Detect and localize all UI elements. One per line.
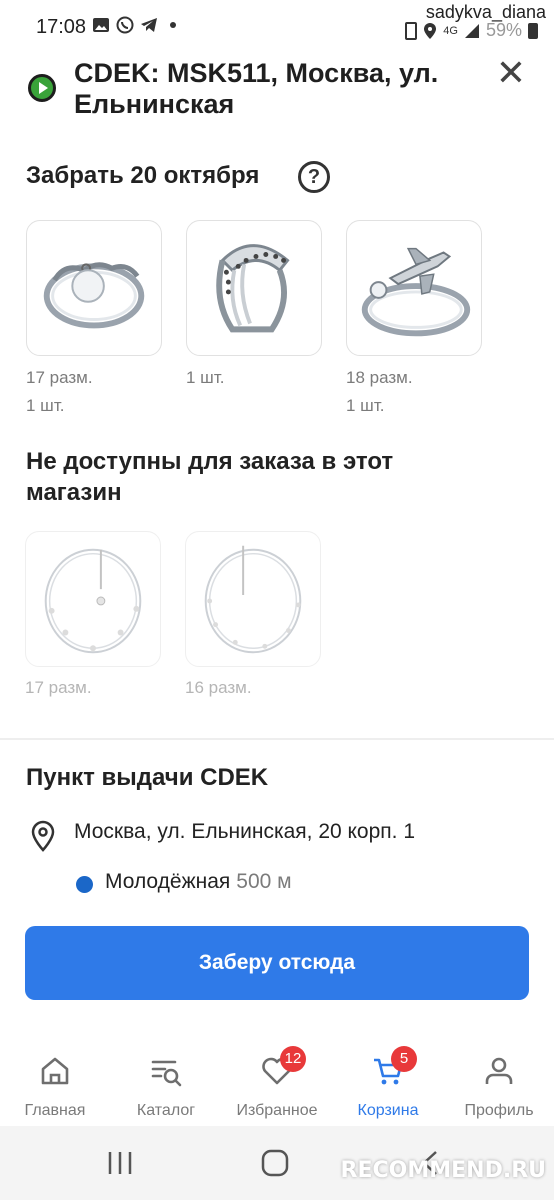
product-size: 16 разм.	[185, 678, 252, 697]
nav-cart[interactable]: 5 Корзина	[333, 1046, 443, 1120]
product-size: 17 разм.	[26, 368, 93, 387]
gallery-icon	[92, 16, 110, 34]
notification-icons	[92, 16, 182, 34]
product-qty: 1 шт.	[186, 368, 225, 387]
location-icon	[423, 22, 437, 40]
recommend-watermark: RECOMMEND.RU	[340, 1158, 546, 1183]
close-button[interactable]: ✕	[494, 55, 528, 92]
battery-saver-icon	[405, 21, 418, 40]
pickup-date-title: Забрать 20 октября	[26, 162, 260, 189]
metro-name: Молодёжная	[105, 870, 231, 893]
nav-home-label: Главная	[24, 1102, 86, 1119]
bracelet-2-image	[204, 545, 302, 654]
product-qty: 1 шт.	[26, 396, 65, 415]
location-pin-icon	[31, 820, 55, 852]
page-title: CDEK: MSK511, Москва, ул. Ельнинская	[74, 58, 439, 119]
product-bracelet-2[interactable]	[185, 531, 321, 667]
section-divider	[0, 738, 554, 740]
nav-profile-label: Профиль	[464, 1102, 534, 1119]
product-ring-chain-coin[interactable]	[26, 220, 162, 356]
unavailable-title: Не доступны для заказа в этот магазин	[26, 448, 394, 506]
metro-line-icon	[76, 876, 93, 893]
recent-apps-icon[interactable]	[100, 1148, 140, 1178]
bottom-navigation: Главная Каталог 12 Избранное 5 Корзина П…	[0, 1040, 554, 1126]
battery-percent: 59%	[485, 20, 522, 40]
nav-home[interactable]: Главная	[0, 1054, 110, 1120]
nav-catalog[interactable]: Каталог	[111, 1054, 221, 1120]
whatsapp-icon	[116, 16, 134, 34]
nav-catalog-label: Каталог	[136, 1102, 196, 1119]
metro-distance: 500 м	[236, 870, 292, 893]
product-ring-airplane[interactable]	[346, 220, 482, 356]
status-bar: 17:08 sadykva_diana 4G 59%	[0, 0, 554, 54]
metro-station: Молодёжная 500 м	[105, 870, 292, 894]
signal-icon	[464, 23, 480, 39]
network-icon: 4G	[443, 24, 458, 37]
pickup-here-button[interactable]: Заберу отсюда	[25, 926, 529, 1000]
nav-cart-label: Корзина	[357, 1102, 419, 1119]
battery-icon	[528, 22, 538, 39]
product-size: 18 разм.	[346, 368, 413, 387]
system-icons: 4G 59%	[405, 20, 538, 41]
nav-favorites[interactable]: 12 Избранное	[222, 1046, 332, 1120]
product-cuff-ring[interactable]	[186, 220, 322, 356]
ring-chain-coin-image	[43, 262, 145, 329]
help-icon[interactable]: ?	[298, 161, 330, 193]
store-header: CDEK: MSK511, Москва, ул. Ельнинская ✕	[0, 55, 554, 126]
pickup-address: Москва, ул. Ельнинская, 20 корп. 1	[74, 820, 416, 843]
product-size: 17 разм.	[25, 678, 92, 697]
nav-profile[interactable]: Профиль	[444, 1054, 554, 1120]
pickup-point-title: Пункт выдачи CDEK	[26, 764, 269, 791]
catalog-search-icon	[151, 1060, 182, 1087]
bracelet-1-image	[44, 548, 142, 654]
home-system-icon[interactable]	[255, 1148, 295, 1178]
product-bracelet-1[interactable]	[25, 531, 161, 667]
nav-favorites-label: Избранное	[236, 1102, 318, 1119]
dot-icon	[164, 16, 182, 34]
cuff-ring-image	[216, 244, 290, 333]
store-status-icon	[28, 74, 56, 102]
ring-airplane-image	[361, 247, 471, 337]
cart-badge: 5	[391, 1046, 417, 1072]
product-qty: 1 шт.	[346, 396, 385, 415]
system-navigation-bar: RECOMMEND.RU	[0, 1126, 554, 1200]
profile-icon	[485, 1057, 513, 1084]
home-icon	[41, 1057, 69, 1085]
status-time: 17:08	[36, 16, 87, 38]
telegram-icon	[140, 16, 158, 34]
favorites-badge: 12	[280, 1046, 306, 1072]
